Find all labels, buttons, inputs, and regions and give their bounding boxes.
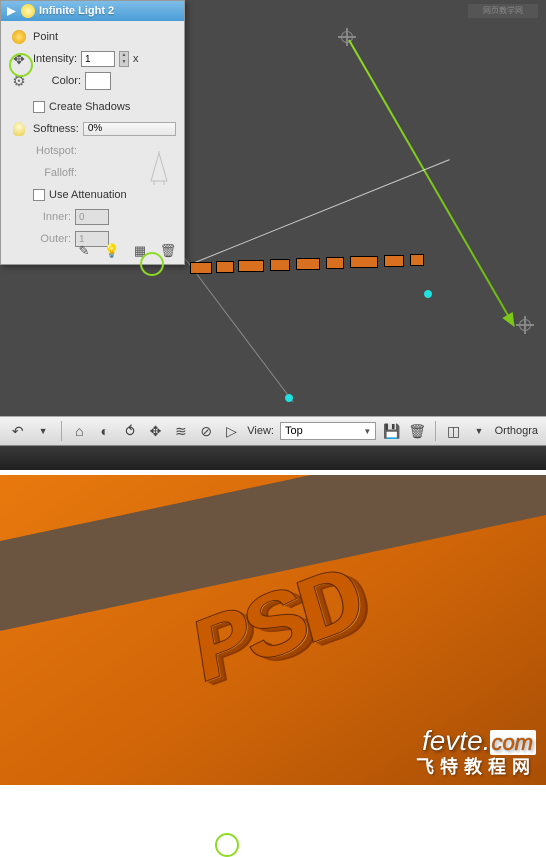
handle-dot-1[interactable] — [424, 290, 432, 298]
softness-slider[interactable]: 0% — [83, 122, 176, 136]
light-target-marker[interactable] — [516, 316, 534, 334]
expand-icon[interactable] — [5, 5, 17, 17]
wireframe-psd — [190, 252, 430, 282]
footer-eyedropper-icon[interactable]: ✎ — [74, 242, 94, 260]
highlight-circle-3 — [215, 833, 239, 857]
sun-icon — [9, 27, 29, 47]
color-label: Color: — [33, 75, 81, 87]
intensity-suffix: x — [133, 53, 139, 65]
light-cone-icon — [148, 151, 170, 185]
point-section-label: Point — [33, 31, 58, 43]
hotspot-label: Hotspot: — [33, 145, 77, 157]
intensity-input[interactable] — [81, 51, 115, 67]
viewport-3d[interactable]: 网页教学网 Infinite Light 2 Po — [0, 0, 546, 429]
create-shadows-checkbox[interactable] — [33, 101, 45, 113]
cube-icon[interactable]: ◫ — [444, 420, 463, 442]
light-origin-marker[interactable] — [338, 28, 356, 46]
inner-label: Inner: — [33, 211, 71, 223]
bulb-icon — [9, 119, 29, 139]
outer-label: Outer: — [33, 233, 71, 245]
use-attenuation-checkbox[interactable] — [33, 189, 45, 201]
inner-input — [75, 209, 109, 225]
render-preview: PSD fevte.com 飞特教程网 — [0, 475, 546, 785]
footer-trash-icon[interactable]: 🗑 — [158, 242, 178, 260]
pan-icon[interactable]: ✥ — [146, 420, 165, 442]
dropdown-arrow-icon[interactable]: ▼ — [33, 420, 52, 442]
light-direction-arrow — [348, 40, 515, 327]
panel-titlebar[interactable]: Infinite Light 2 — [1, 1, 184, 21]
camera-icon[interactable]: ▷ — [222, 420, 241, 442]
view-dropdown[interactable]: Top ▼ — [280, 422, 376, 440]
view-label: View: — [247, 425, 274, 437]
zoom-icon[interactable]: ⊘ — [197, 420, 216, 442]
orbit-icon[interactable]: ◐ — [95, 420, 114, 442]
move-icon[interactable]: ✥ — [9, 49, 29, 69]
delete-icon[interactable]: 🗑 — [408, 420, 427, 442]
footer-grid-icon[interactable]: ▦ — [130, 242, 150, 260]
view-dropdown-value: Top — [285, 425, 303, 437]
intensity-label: Intensity: — [33, 53, 77, 65]
return-icon[interactable]: ↶ — [8, 420, 27, 442]
softness-label: Softness: — [33, 123, 79, 135]
intensity-stepper[interactable]: ▲▼ — [119, 51, 129, 67]
use-attenuation-label: Use Attenuation — [49, 189, 127, 201]
brand-tld: com — [490, 730, 536, 755]
falloff-label: Falloff: — [33, 167, 77, 179]
home-icon[interactable]: ⌂ — [70, 420, 89, 442]
ortho-label: Orthogra — [495, 425, 538, 437]
walk-icon[interactable]: ≋ — [171, 420, 190, 442]
create-shadows-label: Create Shadows — [49, 101, 130, 113]
brand-subtitle: 飞特教程网 — [416, 753, 536, 779]
bottom-toolbar: ↶ ▼ ⌂ ◐ ⥀ ✥ ≋ ⊘ ▷ View: Top ▼ 💾 🗑 ◫ ▼ Or… — [0, 416, 546, 446]
panel-title-text: Infinite Light 2 — [39, 5, 114, 17]
dropdown-arrow-icon-2[interactable]: ▼ — [469, 420, 488, 442]
light-properties-panel: Infinite Light 2 Point ✥ Intensity: ▲▼ x… — [0, 0, 185, 265]
gear-icon[interactable]: ⚙ — [9, 71, 29, 91]
guide-line-1 — [190, 159, 450, 265]
roll-icon[interactable]: ⥀ — [120, 420, 139, 442]
handle-dot-2[interactable] — [285, 394, 293, 402]
watermark-top: 网页教学网 — [468, 4, 538, 18]
footer-bulb-icon[interactable]: 💡 — [102, 242, 122, 260]
light-icon — [21, 4, 35, 18]
save-icon[interactable]: 💾 — [382, 420, 401, 442]
color-swatch[interactable] — [85, 72, 111, 90]
dark-strip — [0, 446, 546, 470]
chevron-down-icon: ▼ — [363, 427, 371, 436]
footer-logo: fevte.com 飞特教程网 — [416, 725, 536, 779]
brand-name: fevte — [422, 725, 483, 756]
